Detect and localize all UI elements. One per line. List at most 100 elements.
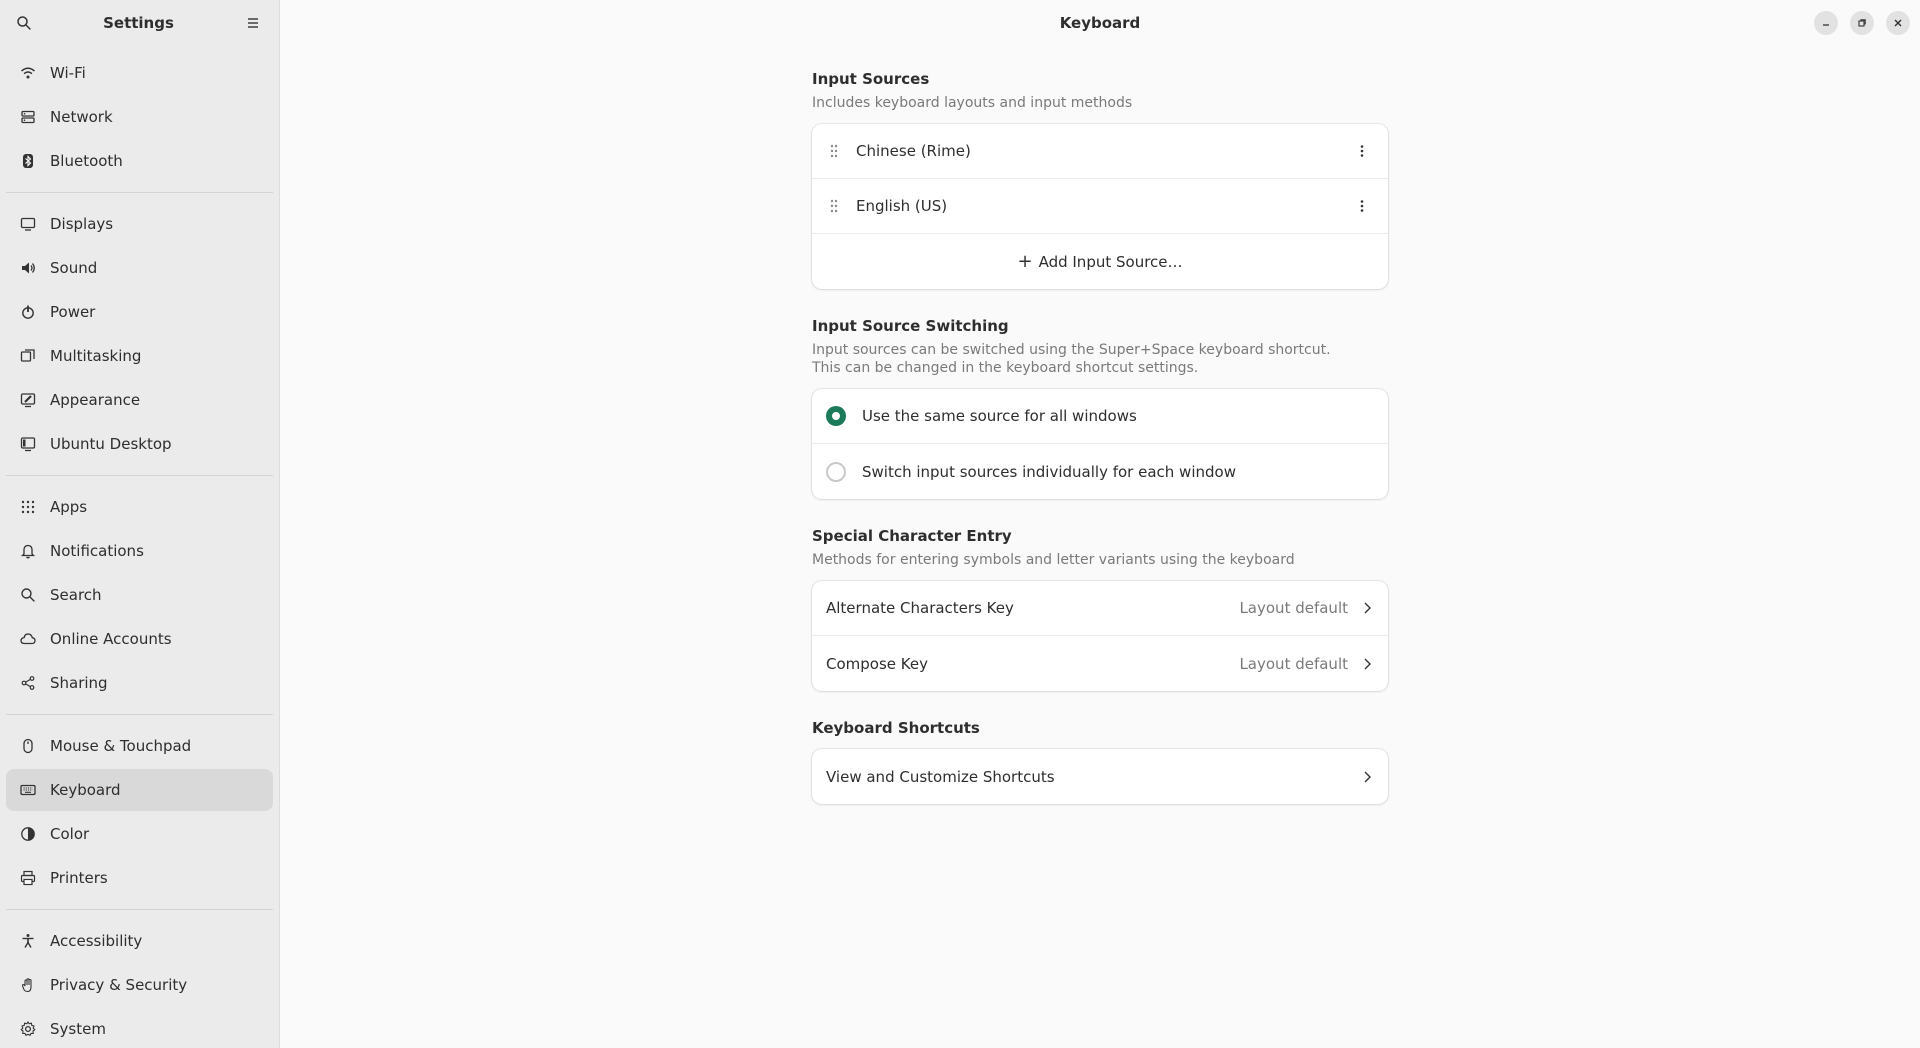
input-source-menu-button[interactable] [1350, 194, 1374, 218]
keyboard-shortcuts-title: Keyboard Shortcuts [812, 719, 980, 737]
sidebar-item-label: Notifications [50, 542, 144, 560]
sidebar-item-bluetooth[interactable]: Bluetooth [6, 140, 273, 182]
add-input-source-label: Add Input Source… [1038, 252, 1183, 271]
ubuntu-desktop-icon [20, 436, 36, 452]
sidebar-item-power[interactable]: Power [6, 291, 273, 333]
search-icon [17, 16, 31, 30]
sidebar-nav: Wi-Fi Network Bluetooth Displays Sound Power M… [0, 46, 279, 1048]
radio-per-window[interactable] [826, 461, 846, 482]
sidebar-item-network[interactable]: Network [6, 96, 273, 138]
sidebar-item-online-accounts[interactable]: Online Accounts [6, 618, 273, 660]
page-title: Keyboard [1059, 14, 1141, 32]
switching-title: Input Source Switching [812, 317, 1009, 335]
sidebar-item-apps[interactable]: Apps [6, 486, 273, 528]
hand-icon [20, 977, 36, 993]
wifi-icon [20, 65, 36, 81]
sidebar-item-multitasking[interactable]: Multitasking [6, 335, 273, 377]
sidebar-item-appearance[interactable]: Appearance [6, 379, 273, 421]
close-icon [1894, 19, 1902, 27]
input-source-menu-button[interactable] [1350, 139, 1374, 163]
radio-same-source[interactable] [826, 406, 846, 426]
sidebar-item-sound[interactable]: Sound [6, 247, 273, 289]
sidebar-item-search[interactable]: Search [6, 574, 273, 616]
sidebar-separator [6, 714, 273, 715]
compose-key-row[interactable]: Compose Key Layout default [812, 636, 1388, 691]
maximize-button[interactable] [1850, 11, 1874, 35]
speaker-icon [20, 260, 36, 276]
sidebar-item-label: Bluetooth [50, 152, 123, 170]
sidebar-item-mouse-and-touchpad[interactable]: Mouse & Touchpad [6, 725, 273, 767]
apps-grid-icon [20, 499, 36, 515]
mouse-icon [20, 738, 36, 754]
sidebar-item-printers[interactable]: Printers [6, 857, 273, 899]
switching-options: Use the same source for all windows Swit… [812, 389, 1388, 499]
sidebar-item-label: Ubuntu Desktop [50, 435, 172, 453]
keyboard-shortcuts-section: Keyboard Shortcuts View and Customize Sh… [812, 719, 1388, 804]
switch-option-per-window[interactable]: Switch input sources individually for ea… [812, 444, 1388, 499]
sidebar-title: Settings [103, 14, 174, 32]
sidebar-item-label: Appearance [50, 391, 141, 409]
sidebar-separator [6, 192, 273, 193]
sidebar-item-notifications[interactable]: Notifications [6, 530, 273, 572]
alternate-characters-key-value: Layout default [1239, 599, 1348, 617]
sidebar-item-label: Sharing [50, 674, 108, 692]
minimize-icon [1823, 24, 1829, 26]
sidebar-item-wi-fi[interactable]: Wi-Fi [6, 52, 273, 94]
alternate-characters-key-row[interactable]: Alternate Characters Key Layout default [812, 581, 1388, 636]
input-source-row: English (US) [812, 179, 1388, 234]
sidebar-item-label: Privacy & Security [50, 976, 188, 994]
sidebar-group: Displays Sound Power Multitasking Appearance… [6, 197, 273, 471]
input-sources-section: Input Sources Includes keyboard layouts … [812, 70, 1388, 289]
gear-icon [20, 1021, 36, 1037]
sidebar-header: Settings [0, 0, 279, 46]
switching-description: Input sources can be switched using the … [812, 341, 1388, 377]
minimize-button[interactable] [1814, 11, 1838, 35]
search-icon [20, 587, 36, 603]
add-input-source-button[interactable]: + Add Input Source… [812, 234, 1388, 289]
sidebar-item-label: System [50, 1020, 106, 1038]
sidebar-separator [6, 475, 273, 476]
sidebar-item-sharing[interactable]: Sharing [6, 662, 273, 704]
input-source-label: Chinese (Rime) [856, 142, 971, 160]
switching-description-line2: This can be changed in the keyboard shor… [812, 360, 1199, 376]
alternate-characters-key-label: Alternate Characters Key [826, 599, 1014, 617]
sidebar-item-label: Wi-Fi [50, 64, 86, 82]
appearance-icon [20, 392, 36, 408]
switch-option-same-source[interactable]: Use the same source for all windows [812, 389, 1388, 444]
sidebar-group: Accessibility Privacy & Security System [6, 914, 273, 1048]
kebab-menu-icon [1360, 200, 1364, 212]
special-character-description: Methods for entering symbols and letter … [812, 552, 1295, 568]
sidebar-item-ubuntu-desktop[interactable]: Ubuntu Desktop [6, 423, 273, 465]
window-controls [1814, 11, 1910, 35]
bluetooth-icon [20, 153, 36, 169]
settings-window: Settings Wi-Fi Network Bluetooth Displays So… [0, 0, 1920, 1048]
sidebar-item-label: Multitasking [50, 347, 142, 365]
close-button[interactable] [1886, 11, 1910, 35]
main-menu-button[interactable] [241, 11, 265, 35]
view-customize-shortcuts-row[interactable]: View and Customize Shortcuts [812, 749, 1388, 804]
chevron-right-icon [1360, 657, 1374, 671]
input-source-row: Chinese (Rime) [812, 124, 1388, 179]
sidebar-item-label: Apps [50, 498, 88, 516]
sidebar-item-accessibility[interactable]: Accessibility [6, 920, 273, 962]
color-icon [20, 826, 36, 842]
drag-handle-icon[interactable] [826, 198, 842, 214]
sidebar-item-keyboard[interactable]: Keyboard [6, 769, 273, 811]
sidebar-item-color[interactable]: Color [6, 813, 273, 855]
share-icon [20, 675, 36, 691]
sidebar-item-privacy-and-security[interactable]: Privacy & Security [6, 964, 273, 1006]
sidebar-item-displays[interactable]: Displays [6, 203, 273, 245]
special-character-title: Special Character Entry [812, 527, 1012, 545]
compose-key-label: Compose Key [826, 654, 928, 673]
input-sources-title: Input Sources [812, 70, 930, 88]
main-header: Keyboard [280, 0, 1920, 46]
sidebar-item-system[interactable]: System [6, 1008, 273, 1048]
multitasking-icon [20, 348, 36, 364]
search-button[interactable] [12, 11, 36, 35]
drag-handle-icon[interactable] [826, 143, 842, 159]
main-panel: Keyboard Input Sources Includes keyboard… [280, 0, 1920, 1048]
kebab-menu-icon [1360, 145, 1364, 157]
sidebar: Settings Wi-Fi Network Bluetooth Displays So… [0, 0, 280, 1048]
sidebar-item-label: Mouse & Touchpad [50, 737, 192, 755]
switch-option-label: Switch input sources individually for ea… [862, 462, 1236, 481]
